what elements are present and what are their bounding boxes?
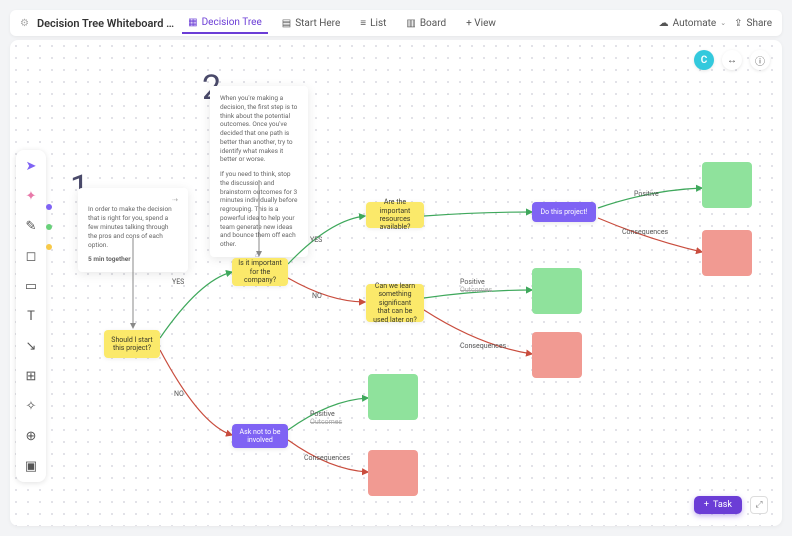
top-bar: ⚙ Decision Tree Whiteboard … ▦ Decision … — [10, 10, 782, 36]
edge-conseq-1: Consequences — [622, 228, 668, 236]
palette-purple[interactable] — [46, 204, 52, 210]
edge-positive-2: PositiveOutcomes — [460, 278, 492, 294]
canvas-top-right: C ↔ ⓘ — [694, 50, 770, 70]
ai-tool[interactable]: ✧ — [21, 396, 41, 416]
edge-yes-2: YES — [310, 236, 322, 244]
cursor-tool[interactable]: ➤ — [21, 156, 41, 176]
tab-add-view[interactable]: + View — [460, 14, 502, 33]
edge-no-1: NO — [174, 390, 184, 398]
callout-1-foot: 5 min together — [88, 255, 131, 263]
callout-2[interactable]: When you're making a decision, the first… — [210, 86, 308, 257]
plus-icon: + — [704, 500, 709, 510]
callout-1[interactable]: ⇢ In order to make the decision that is … — [78, 188, 188, 272]
whiteboard-canvas[interactable]: ➤ ✦ ✎ ◻ ▭ T ↘ ⊞ ✧ ⊕ ▣ C ↔ ⓘ 1 2 ⇢ In ord… — [10, 40, 782, 526]
share-button[interactable]: ⇪ Share — [734, 18, 772, 29]
left-toolbar: ➤ ✦ ✎ ◻ ▭ T ↘ ⊞ ✧ ⊕ ▣ — [16, 150, 46, 482]
task-label: Task — [713, 500, 732, 510]
connector-tool[interactable]: ↘ — [21, 336, 41, 356]
edge-no-2: NO — [312, 292, 322, 300]
text-tool[interactable]: T — [21, 306, 41, 326]
avatar[interactable]: C — [694, 50, 714, 70]
outcome-consequence-1[interactable] — [702, 230, 752, 276]
arrow-icon: ⇢ — [88, 196, 178, 205]
image-tool[interactable]: ▣ — [21, 456, 41, 476]
outcome-consequence-3[interactable] — [368, 450, 418, 496]
outcome-positive-2[interactable] — [532, 268, 582, 314]
tab-label: + View — [466, 18, 496, 29]
task-button[interactable]: + Task — [694, 496, 742, 514]
callout-2-p2: If you need to think, stop the discussio… — [220, 170, 298, 249]
fit-width-icon[interactable]: ↔ — [722, 50, 742, 70]
node-learn[interactable]: Can we learn something significant that … — [366, 284, 424, 322]
node-start[interactable]: Should I start this project? — [104, 330, 160, 358]
shape-tool[interactable]: ◻ — [21, 246, 41, 266]
callout-1-body: In order to make the decision that is ri… — [88, 205, 178, 249]
edge-yes-1: YES — [172, 278, 184, 286]
edge-positive-3: PositiveOutcomes — [310, 410, 342, 426]
doc-title[interactable]: Decision Tree Whiteboard … — [37, 17, 174, 30]
tab-label: Decision Tree — [202, 17, 262, 28]
cloud-icon: ☁ — [659, 18, 669, 29]
share-icon: ⇪ — [734, 18, 742, 29]
automate-label: Automate — [673, 18, 717, 29]
expand-button[interactable]: ⤢ — [750, 496, 768, 514]
tab-decision-tree[interactable]: ▦ Decision Tree — [182, 13, 268, 34]
outcome-positive-1[interactable] — [702, 162, 752, 208]
list-icon: ≡ — [360, 18, 366, 29]
node-ask-not-involved[interactable]: Ask not to be involved — [232, 424, 288, 448]
palette-yellow[interactable] — [46, 244, 52, 250]
settings-icon[interactable]: ⚙ — [20, 18, 29, 29]
palette-green[interactable] — [46, 224, 52, 230]
node-resources[interactable]: Are the important resources available? — [366, 202, 424, 228]
edge-conseq-2: Consequences — [460, 342, 506, 350]
tab-label: Start Here — [295, 18, 340, 29]
whiteboard-icon: ▦ — [188, 17, 197, 28]
board-icon: ▥ — [406, 18, 415, 29]
pen-tool[interactable]: ✎ — [21, 216, 41, 236]
attachment-icon[interactable]: ⌂ — [255, 251, 259, 259]
color-palette — [46, 204, 52, 250]
info-icon[interactable]: ⓘ — [750, 50, 770, 70]
tab-list[interactable]: ≡ List — [354, 14, 392, 33]
doc-icon: ▤ — [282, 18, 291, 29]
callout-2-p1: When you're making a decision, the first… — [220, 94, 298, 164]
share-label: Share — [747, 18, 772, 29]
chevron-down-icon: ⌄ — [720, 19, 726, 27]
outcome-positive-3[interactable] — [368, 374, 418, 420]
tab-board[interactable]: ▥ Board — [400, 14, 452, 33]
sticky-note-tool[interactable]: ▭ — [21, 276, 41, 296]
tab-label: Board — [420, 18, 446, 29]
edge-conseq-3: Consequences — [304, 454, 350, 462]
tab-start-here[interactable]: ▤ Start Here — [276, 14, 347, 33]
web-tool[interactable]: ⊕ — [21, 426, 41, 446]
automate-button[interactable]: ☁ Automate ⌄ — [659, 18, 727, 29]
node-company[interactable]: Is it important for the company? — [232, 258, 288, 286]
edge-positive-1: Positive — [634, 190, 659, 198]
node-do-project[interactable]: Do this project! — [532, 202, 596, 222]
frame-tool[interactable]: ⊞ — [21, 366, 41, 386]
lasso-tool[interactable]: ✦ — [21, 186, 41, 206]
tab-label: List — [370, 18, 386, 29]
outcome-consequence-2[interactable] — [532, 332, 582, 378]
